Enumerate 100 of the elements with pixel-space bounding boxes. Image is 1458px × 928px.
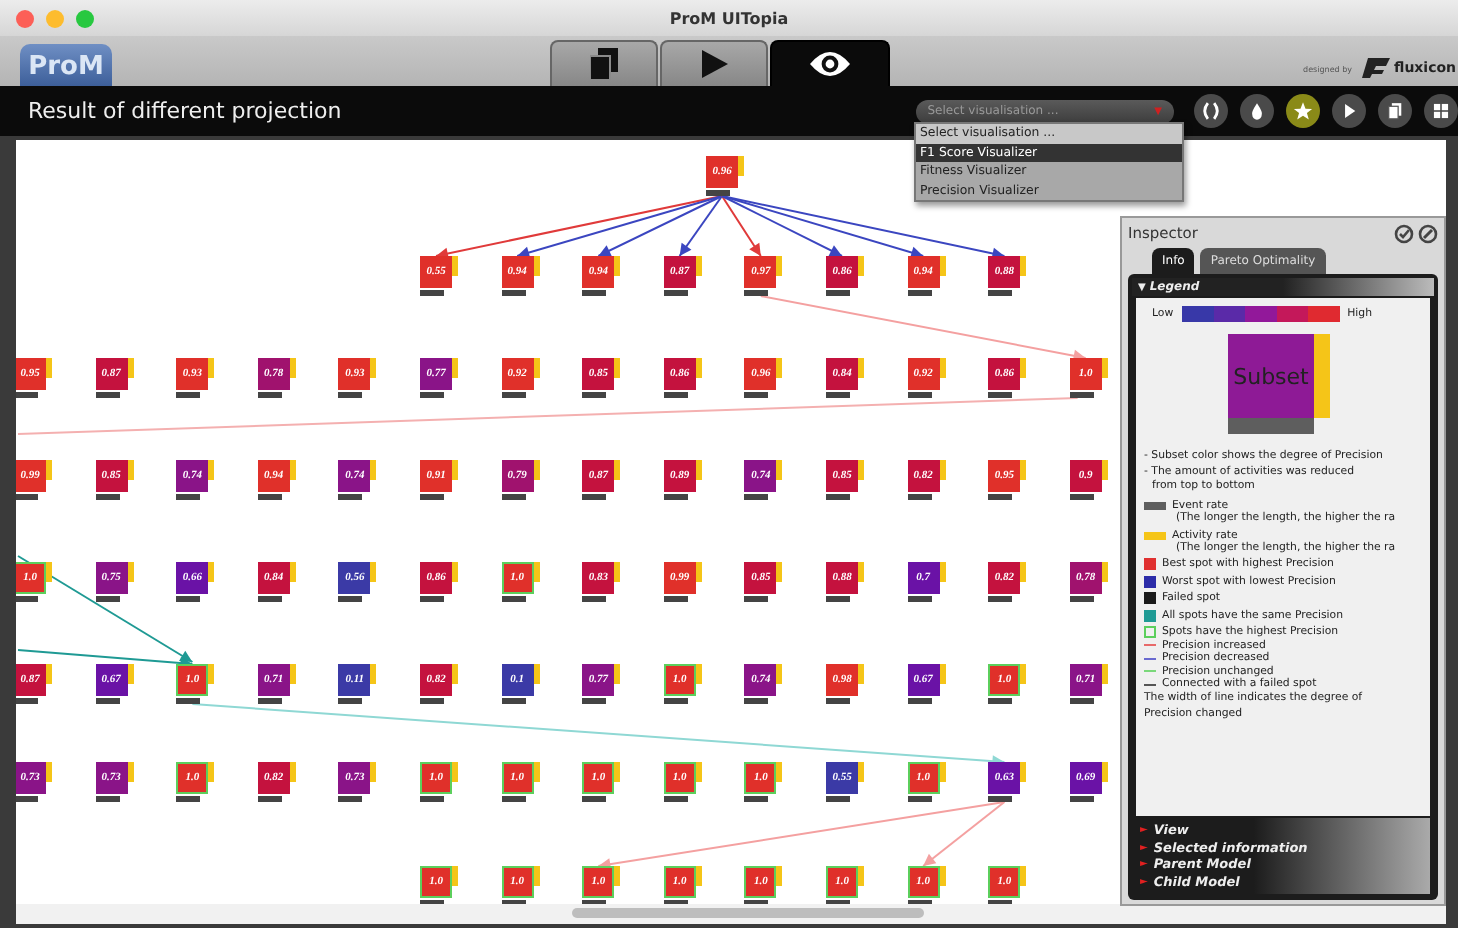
- activity-rate-bar: [939, 256, 946, 276]
- documents-icon: [590, 48, 618, 80]
- event-rate-bar: [744, 796, 769, 802]
- event-rate-bar: [420, 698, 444, 704]
- activity-rate-bar: [1020, 664, 1027, 684]
- event-rate-bar: [176, 698, 201, 704]
- event-rate-bar: [95, 796, 120, 802]
- check-circle-icon[interactable]: [1394, 223, 1414, 243]
- activity-rate-bar: [127, 358, 134, 378]
- event-rate-bar: [257, 596, 282, 602]
- view-tab[interactable]: [770, 40, 890, 86]
- event-rate-bar: [1069, 796, 1094, 802]
- event-rate-bar: [176, 596, 201, 602]
- event-rate-bar: [95, 698, 120, 704]
- scrollbar-thumb[interactable]: [572, 908, 924, 918]
- activity-rate-bar: [1020, 256, 1027, 276]
- activity-rate-bar: [208, 562, 215, 582]
- activity-rate-bar: [452, 358, 458, 378]
- event-rate-bar: [988, 494, 1013, 500]
- grid-icon: [1430, 100, 1452, 122]
- activity-rate-bar: [370, 460, 377, 480]
- event-rate-bar: [1069, 392, 1094, 398]
- event-rate-bar: [582, 494, 607, 500]
- grid-button[interactable]: [1424, 94, 1458, 128]
- event-rate-bar: [1069, 494, 1094, 500]
- activity-rate-bar: [776, 866, 783, 886]
- activity-rate-bar: [858, 358, 864, 378]
- event-rate-bar: [706, 190, 730, 196]
- view-title: Result of different projection: [28, 98, 344, 124]
- view-tab[interactable]: [660, 40, 768, 86]
- event-rate-bar: [501, 698, 526, 704]
- event-rate-bar: [338, 596, 363, 602]
- activity-rate-bar: [533, 562, 540, 582]
- event-rate-bar: [501, 596, 526, 602]
- activity-rate-bar: [370, 358, 377, 378]
- event-rate-bar: [582, 796, 607, 802]
- activity-rate-bar: [289, 562, 296, 582]
- event-rate-bar: [257, 392, 282, 398]
- activity-rate-bar: [614, 762, 621, 782]
- event-rate-bar: [16, 596, 38, 602]
- event-rate-bar: [663, 290, 688, 296]
- activity-rate-bar: [370, 664, 377, 684]
- activity-rate-bar: [1020, 358, 1027, 378]
- event-rate-bar: [907, 796, 932, 802]
- event-rate-bar: [907, 698, 932, 704]
- event-rate-bar: [1069, 698, 1094, 704]
- activity-rate-bar: [1314, 334, 1330, 418]
- event-rate-bar: [501, 494, 526, 500]
- horizontal-scrollbar[interactable]: [16, 904, 1446, 924]
- play-button[interactable]: [1332, 94, 1366, 128]
- subset-box: Subset: [1228, 334, 1314, 418]
- activity-rate-bar: [614, 562, 621, 582]
- event-rate-bar: [95, 494, 120, 500]
- event-rate-bar: [744, 596, 769, 602]
- parentheses-button[interactable]: [1194, 94, 1228, 128]
- activity-rate-bar: [776, 762, 783, 782]
- event-rate-bar: [663, 698, 688, 704]
- prom-logo: ProM: [20, 44, 112, 86]
- activity-rate-bar: [370, 762, 377, 782]
- activity-rate-bar: [695, 866, 702, 886]
- event-rate-bar: [826, 392, 850, 398]
- activity-rate-bar: [858, 664, 864, 684]
- event-rate-bar: [95, 392, 120, 398]
- event-rate-bar: [420, 392, 444, 398]
- event-rate-bar: [176, 392, 201, 398]
- activity-rate-bar: [1101, 664, 1108, 684]
- activity-rate-bar: [208, 762, 215, 782]
- star-button[interactable]: [1286, 94, 1320, 128]
- event-rate-bar: [16, 392, 38, 398]
- play-icon: [700, 50, 728, 78]
- event-rate-bar: [744, 494, 769, 500]
- view-tab[interactable]: [550, 40, 658, 86]
- activity-rate-bar: [776, 460, 783, 480]
- activity-rate-bar: [289, 762, 296, 782]
- edit-circle-icon[interactable]: [1418, 223, 1438, 243]
- activity-rate-bar: [452, 866, 458, 886]
- activity-rate-bar: [776, 664, 783, 684]
- activity-rate-bar: [1020, 460, 1027, 480]
- activity-rate-bar: [1101, 762, 1108, 782]
- event-rate-bar: [338, 392, 363, 398]
- activity-rate-bar: [695, 762, 702, 782]
- copy-button[interactable]: [1378, 94, 1412, 128]
- event-rate-bar: [1228, 418, 1314, 434]
- activity-rate-bar: [46, 460, 52, 480]
- event-rate-bar: [988, 392, 1013, 398]
- activity-rate-bar: [533, 762, 540, 782]
- event-rate-bar: [988, 290, 1013, 296]
- event-rate-bar: [907, 290, 932, 296]
- activity-rate-bar: [533, 664, 540, 684]
- drop-button[interactable]: [1240, 94, 1274, 128]
- event-rate-bar: [826, 494, 850, 500]
- event-rate-bar: [907, 596, 932, 602]
- activity-rate-bar: [858, 762, 864, 782]
- activity-rate-bar: [939, 664, 946, 684]
- activity-rate-bar: [738, 156, 744, 176]
- activity-rate-bar: [939, 460, 946, 480]
- event-rate-bar: [582, 290, 607, 296]
- event-rate-bar: [176, 796, 201, 802]
- activity-rate-bar: [1020, 866, 1027, 886]
- activity-rate-bar: [208, 664, 215, 684]
